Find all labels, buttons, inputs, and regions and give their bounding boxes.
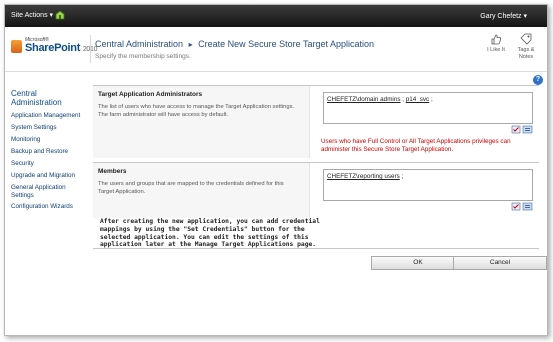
members-section-description-panel: Members The users and groups that are ma… [93, 163, 310, 218]
admins-section: Target Application Administrators The li… [93, 85, 539, 158]
check-names-icon[interactable] [511, 125, 521, 134]
sharepoint-logo-icon [11, 40, 22, 53]
admins-entity-1[interactable]: CHEFETZ\domain admins [327, 96, 400, 103]
check-names-icon[interactable] [511, 202, 521, 211]
members-section-description: The users and groups that are mapped to … [98, 181, 284, 195]
header-divider [90, 35, 91, 63]
cancel-button[interactable]: Cancel [453, 256, 547, 270]
nav-item-general-line2: Settings [11, 191, 34, 199]
members-section-title: Members [98, 168, 127, 175]
nav-header-line2: Administration [11, 98, 62, 107]
tag-icon [520, 33, 532, 45]
admins-picker-value: CHEFETZ\domain admins ; p14_svc ; [327, 96, 433, 103]
page-subtitle: Specify the membership settings. [95, 53, 191, 60]
nav-item-general-line1: General Application [11, 184, 66, 191]
members-picker-icons [511, 202, 533, 211]
browse-address-book-icon[interactable] [522, 125, 533, 134]
members-entity-end: ; [399, 173, 404, 180]
logo-product-name: SharePoint [25, 42, 81, 54]
members-people-picker[interactable]: CHEFETZ\reporting users ; [323, 169, 533, 201]
help-icon[interactable]: ? [533, 75, 543, 85]
credential-mapping-note: After creating the new application, you … [100, 218, 320, 249]
browse-address-book-icon[interactable] [522, 202, 533, 211]
window-frame: Site Actions ▾ Gary Chefetz ▾ Microsoft®… [4, 4, 548, 336]
page-title: Create New Secure Store Target Applicati… [198, 39, 375, 49]
tags-label-line2: Notes [518, 54, 534, 60]
page-header: Microsoft® SharePoint 2010 Central Admin… [5, 27, 547, 85]
admins-section-description: The list of users who have access to man… [98, 104, 295, 118]
members-picker-value: CHEFETZ\reporting users ; [327, 173, 403, 180]
i-like-it-label: I Like It [487, 47, 505, 53]
nav-item-application-management[interactable]: Application Management [11, 112, 91, 120]
admins-section-description-panel: Target Application Administrators The li… [93, 86, 310, 158]
nav-item-system-settings[interactable]: System Settings [11, 124, 91, 132]
i-like-it-button[interactable]: I Like It [483, 33, 509, 54]
sharepoint-logo[interactable]: Microsoft® SharePoint 2010 [11, 37, 98, 61]
nav-item-general-application-settings[interactable]: General Application Settings [11, 184, 91, 199]
nav-header-central-administration[interactable]: Central Administration [11, 89, 89, 107]
admins-entity-2[interactable]: p14_svc [406, 96, 429, 103]
admins-people-picker[interactable]: CHEFETZ\domain admins ; p14_svc ; [323, 92, 533, 124]
members-entity-1[interactable]: CHEFETZ\reporting users [327, 173, 400, 180]
admins-picker-icons [511, 125, 533, 134]
nav-item-upgrade-and-migration[interactable]: Upgrade and Migration [11, 172, 91, 180]
nav-item-backup-and-restore[interactable]: Backup and Restore [11, 148, 91, 156]
admins-section-title: Target Application Administrators [98, 91, 203, 98]
site-actions-menu[interactable]: Site Actions ▾ [11, 11, 53, 19]
user-menu[interactable]: Gary Chefetz ▾ [480, 12, 527, 20]
members-section: Members The users and groups that are ma… [93, 162, 539, 218]
navigate-up-icon[interactable] [55, 10, 65, 20]
ok-button[interactable]: OK [371, 256, 465, 270]
nav-item-security[interactable]: Security [11, 160, 91, 168]
nav-item-configuration-wizards[interactable]: Configuration Wizards [11, 203, 91, 211]
form-bottom-divider [93, 248, 539, 249]
breadcrumb-separator-icon: ▸ [188, 40, 193, 49]
tags-notes-button[interactable]: Tags & Notes [513, 33, 539, 61]
logo-product: SharePoint 2010 [25, 42, 98, 54]
ribbon-bar: Site Actions ▾ Gary Chefetz ▾ [5, 5, 547, 27]
admins-privileges-warning: Users who have Full Control or All Targe… [321, 138, 511, 153]
nav-header-line1: Central [11, 89, 37, 98]
nav-item-monitoring[interactable]: Monitoring [11, 136, 91, 144]
left-navigation: Central Administration Application Manag… [5, 72, 91, 332]
tags-label-line1: Tags & [517, 47, 535, 53]
breadcrumb: Central Administration ▸ Create New Secu… [95, 39, 374, 49]
breadcrumb-root-link[interactable]: Central Administration [95, 39, 183, 49]
admins-entity-end: ; [429, 96, 433, 103]
thumbs-up-icon [491, 34, 502, 45]
